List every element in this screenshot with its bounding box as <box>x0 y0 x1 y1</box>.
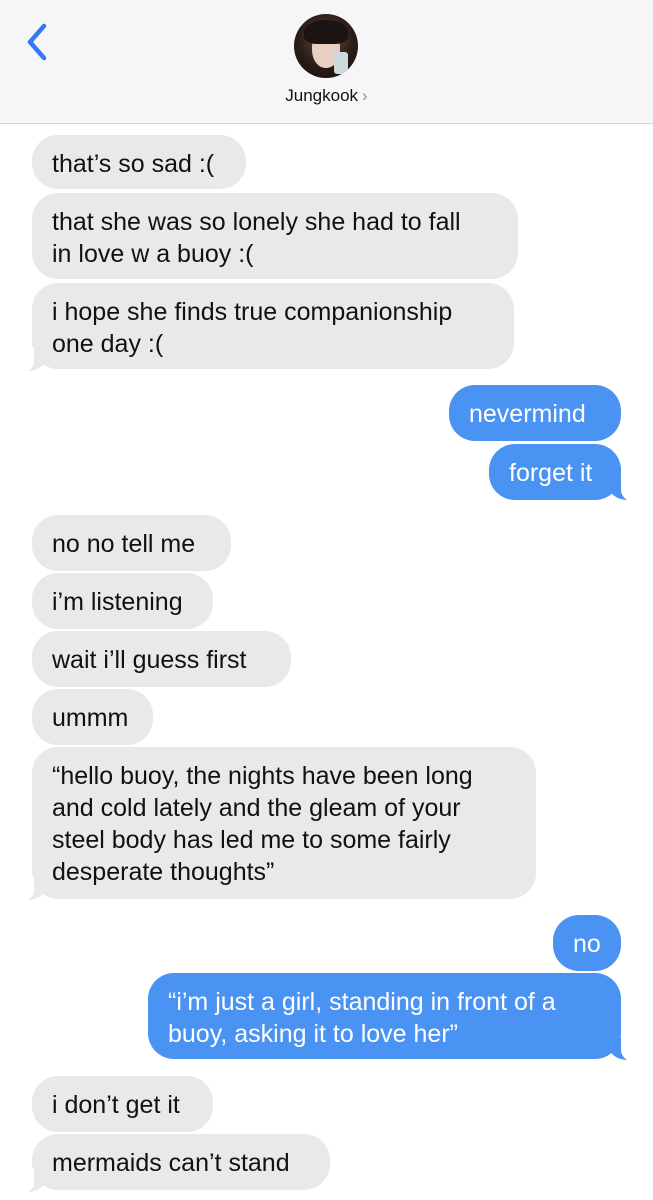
message-bubble-incoming[interactable]: wait i’ll guess first <box>32 631 291 687</box>
chevron-right-icon: › <box>362 86 368 105</box>
chevron-left-icon <box>27 23 47 61</box>
contact-name-button[interactable]: Jungkook › <box>0 86 653 106</box>
message-bubble-outgoing[interactable]: forget it <box>489 444 621 500</box>
bubble-tail <box>14 876 46 902</box>
avatar-cup <box>334 52 348 74</box>
message-bubble-incoming[interactable]: i’m listening <box>32 573 213 629</box>
message-bubble-incoming[interactable]: ummm <box>32 689 153 745</box>
back-button[interactable] <box>18 18 58 66</box>
message-bubble-incoming[interactable]: no no tell me <box>32 515 231 571</box>
message-bubble-incoming[interactable]: that she was so lonely she had to fall i… <box>32 193 518 279</box>
message-bubble-incoming[interactable]: i hope she finds true companionship one … <box>32 283 514 369</box>
message-bubble-incoming[interactable]: that’s so sad :( <box>32 135 246 189</box>
message-bubble-outgoing[interactable]: “i’m just a girl, standing in front of a… <box>148 973 621 1059</box>
bubble-tail <box>14 347 46 373</box>
avatar-hair <box>304 20 348 44</box>
message-bubble-incoming[interactable]: “hello buoy, the nights have been long a… <box>32 747 536 899</box>
avatar[interactable] <box>294 14 358 78</box>
bubble-tail <box>14 1168 46 1194</box>
conversation-header: Jungkook › <box>0 0 653 124</box>
message-bubble-incoming[interactable]: i don’t get it <box>32 1076 213 1132</box>
bubble-tail <box>609 476 641 502</box>
contact-name: Jungkook <box>285 86 359 105</box>
message-bubble-outgoing[interactable]: nevermind <box>449 385 621 441</box>
message-bubble-incoming[interactable]: mermaids can’t stand <box>32 1134 330 1190</box>
bubble-tail <box>609 1036 641 1062</box>
message-bubble-outgoing[interactable]: no <box>553 915 621 971</box>
